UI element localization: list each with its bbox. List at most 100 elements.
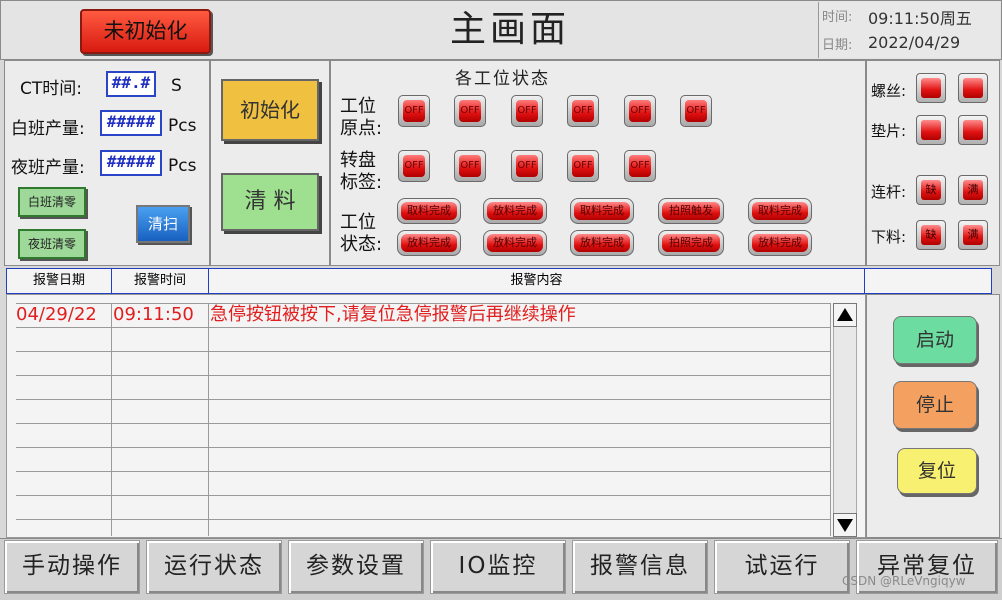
- station-state-lamp: 放料完成: [748, 230, 812, 256]
- grid-line: [16, 423, 831, 424]
- screw-label: 螺丝:: [871, 82, 907, 100]
- turntable-lamp: OFF: [511, 150, 543, 182]
- station-state-lamp: 拍照触发: [658, 198, 724, 224]
- grid-line: [16, 375, 831, 376]
- ct-value-field[interactable]: ##.#: [106, 71, 156, 97]
- turntable-lamp: OFF: [398, 150, 430, 182]
- night-output-field[interactable]: #####: [100, 150, 162, 176]
- stop-button[interactable]: 停止: [893, 381, 977, 429]
- station-state-text: 拍照完成: [662, 234, 720, 252]
- link-full-text: 满: [963, 180, 983, 200]
- unload-full-text: 满: [963, 225, 983, 245]
- turntable-label-2: 标签:: [340, 172, 383, 193]
- state-label-2: 状态:: [340, 234, 383, 255]
- time-label: 时间:: [822, 10, 853, 25]
- day-output-unit: Pcs: [168, 116, 197, 136]
- turntable-lamp-text: OFF: [572, 155, 594, 177]
- night-output-label: 夜班产量:: [11, 158, 85, 178]
- cleanup-icon[interactable]: 清扫: [136, 205, 190, 243]
- link-short-text: 缺: [921, 180, 941, 200]
- origin-lamp-text: OFF: [629, 100, 651, 122]
- station-state-text: 放料完成: [574, 234, 630, 252]
- origin-lamp-text: OFF: [459, 100, 481, 122]
- alarm-row-content: 急停按钮被按下,请复位急停报警后再继续操作: [210, 304, 576, 325]
- turntable-lamp: OFF: [454, 150, 486, 182]
- unload-full-lamp: 满: [958, 220, 988, 250]
- start-button[interactable]: 启动: [893, 316, 977, 364]
- screw-lamp-2: [958, 73, 988, 103]
- origin-lamp: OFF: [398, 95, 430, 127]
- turntable-lamp-text: OFF: [629, 155, 651, 177]
- date-value: 2022/04/29: [868, 33, 961, 52]
- station-state-text: 取料完成: [401, 202, 457, 220]
- grid-line: [16, 399, 831, 400]
- origin-lamp: OFF: [567, 95, 599, 127]
- alarm-scrollbar[interactable]: [833, 303, 857, 536]
- day-clear-button[interactable]: 白班清零: [18, 187, 86, 217]
- station-state-lamp: 放料完成: [397, 230, 461, 256]
- origin-lamp: OFF: [511, 95, 543, 127]
- gasket-lamp-1: [916, 115, 946, 145]
- grid-line: [16, 471, 831, 472]
- ct-unit: S: [171, 76, 182, 96]
- cleanup-icon-label: 清扫: [147, 215, 178, 233]
- station-state-text: 放料完成: [401, 234, 457, 252]
- ct-label: CT时间:: [20, 79, 82, 99]
- scroll-down-button[interactable]: [833, 513, 857, 537]
- station-state-text: 拍照触发: [662, 202, 720, 220]
- watermark: CSDN @RLeVngiqyw: [842, 574, 966, 588]
- link-full-lamp: 满: [958, 175, 988, 205]
- gasket-lamp-2-core: [963, 120, 983, 140]
- link-label: 连杆:: [871, 183, 907, 201]
- nav-manual-operation[interactable]: 手动操作: [4, 540, 140, 594]
- clear-material-button[interactable]: 清 料: [221, 173, 319, 231]
- alarm-header-content: 报警内容: [209, 269, 865, 293]
- scroll-up-button[interactable]: [833, 303, 857, 327]
- origin-lamp-text: OFF: [403, 100, 425, 122]
- unload-label: 下料:: [871, 228, 907, 246]
- turntable-lamp: OFF: [567, 150, 599, 182]
- origin-lamp-text: OFF: [572, 100, 594, 122]
- gasket-lamp-1-core: [921, 120, 941, 140]
- day-output-label: 白班产量:: [11, 119, 85, 139]
- origin-lamp: OFF: [680, 95, 712, 127]
- nav-alarm-info[interactable]: 报警信息: [572, 540, 708, 594]
- nav-trial-run[interactable]: 试运行: [714, 540, 850, 594]
- reset-button[interactable]: 复位: [897, 448, 977, 494]
- night-clear-button[interactable]: 夜班清零: [18, 229, 86, 259]
- alarm-table-header: 报警日期 报警时间 报警内容: [6, 268, 992, 294]
- turntable-lamp: OFF: [624, 150, 656, 182]
- night-output-unit: Pcs: [168, 156, 197, 176]
- gasket-lamp-2: [958, 115, 988, 145]
- table-row[interactable]: 04/29/22 09:11:50 急停按钮被按下,请复位急停报警后再继续操作: [16, 303, 831, 327]
- page-title: 主画面: [449, 9, 570, 50]
- day-output-field[interactable]: #####: [100, 110, 162, 136]
- alarm-row-date: 04/29/22: [16, 304, 97, 325]
- station-state-text: 取料完成: [752, 202, 808, 220]
- origin-label-2: 原点:: [340, 118, 383, 139]
- init-status-button[interactable]: 未初始化: [80, 9, 211, 54]
- turntable-lamp-text: OFF: [516, 155, 538, 177]
- station-state-lamp: 拍照完成: [658, 230, 724, 256]
- station-state-lamp: 取料完成: [397, 198, 461, 224]
- station-state-lamp: 放料完成: [483, 198, 547, 224]
- nav-run-status[interactable]: 运行状态: [146, 540, 282, 594]
- turntable-lamp-text: OFF: [403, 155, 425, 177]
- grid-line: [111, 304, 112, 536]
- station-panel-title: 各工位状态: [455, 69, 550, 89]
- nav-parameter-settings[interactable]: 参数设置: [288, 540, 424, 594]
- station-state-lamp: 放料完成: [570, 230, 634, 256]
- grid-line: [208, 304, 209, 536]
- date-label: 日期:: [822, 38, 853, 53]
- origin-lamp-text: OFF: [685, 100, 707, 122]
- nav-io-monitor[interactable]: IO监控: [430, 540, 566, 594]
- initialize-button[interactable]: 初始化: [221, 79, 319, 141]
- screw-lamp-1-core: [921, 78, 941, 98]
- link-short-lamp: 缺: [916, 175, 946, 205]
- grid-line: [16, 519, 831, 520]
- alarm-header-date: 报警日期: [7, 269, 112, 293]
- station-state-text: 放料完成: [487, 234, 543, 252]
- triangle-up-icon: [837, 308, 853, 321]
- station-state-text: 放料完成: [487, 202, 543, 220]
- turntable-lamp-text: OFF: [459, 155, 481, 177]
